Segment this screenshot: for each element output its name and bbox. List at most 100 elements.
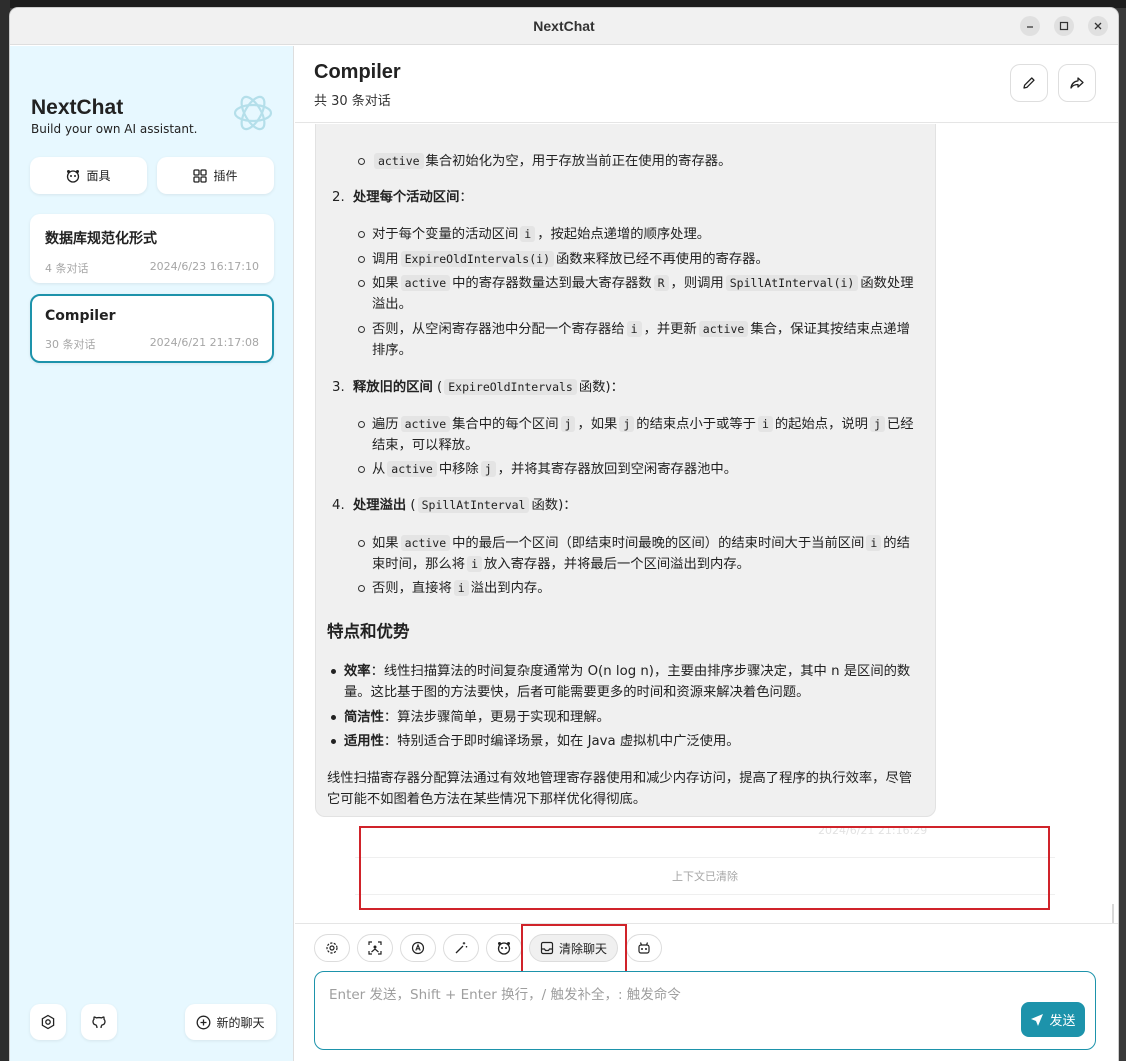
share-chat-button[interactable] xyxy=(1058,64,1096,102)
plugin-label: 插件 xyxy=(213,169,238,183)
inline-code: j xyxy=(480,461,496,477)
send-icon xyxy=(1031,1013,1044,1026)
theme-toggle-button[interactable] xyxy=(400,934,436,962)
inline-code: active xyxy=(374,153,424,169)
add-circle-icon xyxy=(197,1015,211,1029)
feature-label: 适用性 xyxy=(344,734,384,749)
inline-code: active xyxy=(400,535,451,551)
minimize-button[interactable] xyxy=(1020,16,1040,36)
input-panel: 清除聊天 发送 xyxy=(295,923,1118,1061)
section-title: 处理每个活动区间 xyxy=(353,190,460,205)
scrollbar[interactable] xyxy=(1112,904,1114,924)
item-text: 中的寄存器数量达到最大寄存器数 xyxy=(452,276,652,291)
inline-code: active xyxy=(698,321,749,337)
chat-item-time: 2024/6/23 16:17:10 xyxy=(149,260,259,273)
item-text: 中移除 xyxy=(438,462,479,477)
settings-button[interactable] xyxy=(30,1004,66,1040)
section-paren: ( xyxy=(410,498,416,513)
mask-label: 面具 xyxy=(86,169,111,183)
chat-settings-button[interactable] xyxy=(314,934,350,962)
github-button[interactable] xyxy=(81,1004,117,1040)
section-heading: 3. 释放旧的区间 (ExpireOldIntervals 函数)： xyxy=(332,377,624,398)
item-text: 的起始点，说明 xyxy=(774,417,868,432)
chat-message-count: 共 30 条对话 xyxy=(314,94,391,109)
send-label: 发送 xyxy=(1049,1014,1076,1029)
list-item: 遍历 active 集合中的每个区间 j ，如果 j 的结束点小于或等于 i 的起始点，说明 j 已… xyxy=(358,414,922,456)
edit-chat-button[interactable] xyxy=(1010,64,1048,102)
image-scan-icon xyxy=(368,941,382,955)
mask-select-button[interactable] xyxy=(486,934,522,962)
item-text: ，按起始点递增的顺序处理。 xyxy=(537,227,711,242)
chat-item-count: 30 条对话 xyxy=(45,338,96,351)
chat-item-title: 数据库规范化形式 xyxy=(45,231,157,247)
list-item: 否则，从空闲寄存器池中分配一个寄存器给 i ，并更新 active 集合，保证其按结束点… xyxy=(358,319,922,361)
inline-code: j xyxy=(560,416,576,432)
mask-button[interactable]: 面具 xyxy=(30,157,147,194)
item-text: 调用 xyxy=(372,252,399,267)
item-text: 溢出到内存。 xyxy=(470,581,551,596)
send-button[interactable]: 发送 xyxy=(1021,1002,1085,1037)
item-text: 集合初始化为空，用于存放当前正在使用的寄存器。 xyxy=(425,154,732,169)
image-upload-button[interactable] xyxy=(357,934,393,962)
item-text: ，如果 xyxy=(577,417,618,432)
feature-item: 适用性：特别适合于即时编译场景，如在 Java 虚拟机中广泛使用。 xyxy=(331,731,914,752)
prompt-button[interactable] xyxy=(443,934,479,962)
item-text: 否则，直接将 xyxy=(372,581,452,596)
list-item: 对于每个变量的活动区间 i ，按起始点递增的顺序处理。 xyxy=(358,224,922,245)
desktop-top-bar xyxy=(0,0,1126,8)
window-title: NextChat xyxy=(533,18,595,34)
close-button[interactable] xyxy=(1088,16,1108,36)
highlight-box xyxy=(359,826,1050,910)
summary-paragraph: 线性扫描寄存器分配算法通过有效地管理寄存器使用和减少内存访问，提高了程序的执行效… xyxy=(327,771,913,807)
sidebar: NextChat Build your own AI assistant. 面具 xyxy=(10,46,294,1061)
new-chat-label: 新的聊天 xyxy=(216,1015,265,1030)
item-text: 的结束点小于或等于 xyxy=(636,417,756,432)
item-text: ，则调用 xyxy=(670,276,724,291)
list-item: 如果 active 中的寄存器数量达到最大寄存器数 R ，则调用 SpillAtInter… xyxy=(358,273,922,315)
section-number: 4. xyxy=(332,498,345,513)
inline-code: ExpireOldIntervals xyxy=(444,379,577,395)
item-text: 从 xyxy=(372,462,386,477)
section-number: 3. xyxy=(332,380,345,395)
item-text: 如果 xyxy=(372,276,399,291)
assistant-message-bubble: active 集合初始化为空，用于存放当前正在使用的寄存器。 2. 处理每个活动区间… xyxy=(315,124,936,817)
inline-code: i xyxy=(453,580,469,596)
feature-text: ：特别适合于即时编译场景，如在 Java 虚拟机中广泛使用。 xyxy=(383,734,740,749)
maximize-button[interactable] xyxy=(1054,16,1074,36)
item-text: 函数来释放已经不再使用的寄存器。 xyxy=(556,252,769,267)
new-chat-button[interactable]: 新的聊天 xyxy=(185,1004,276,1040)
inline-code: i xyxy=(626,321,642,337)
openai-logo-icon xyxy=(233,95,273,131)
close-icon xyxy=(1094,22,1102,30)
item-text: ，并将其寄存器放回到空闲寄存器池中。 xyxy=(497,462,738,477)
feature-text: ：算法步骤简单，更易于实现和理解。 xyxy=(383,710,610,725)
app-window: NextChat NextChat Build your own AI assi… xyxy=(10,8,1118,1061)
chat-main: Compiler 共 30 条对话 active 集合初始化为空，用于存放当前正在… xyxy=(295,46,1118,1061)
mask-icon xyxy=(497,942,511,955)
settings-icon xyxy=(41,1014,55,1030)
inline-code: active xyxy=(400,275,451,291)
chat-input[interactable] xyxy=(315,972,1095,1049)
section-colon: ： xyxy=(459,190,473,205)
list-item: 否则，直接将 i 溢出到内存。 xyxy=(358,578,922,599)
item-text: 中的最后一个区间（即结束时间最晚的区间）的结束时间大于当前区间 xyxy=(452,536,865,551)
feature-label: 简洁性 xyxy=(344,710,384,725)
inline-code: ExpireOldIntervals(i) xyxy=(400,251,554,267)
model-select-button[interactable] xyxy=(626,934,662,962)
list-item: 如果 active 中的最后一个区间（即结束时间最晚的区间）的结束时间大于当前区间 i… xyxy=(358,533,922,575)
inline-code: SpillAtInterval(i) xyxy=(725,275,859,291)
list-item: 从 active 中移除 j ，并将其寄存器放回到空闲寄存器池中。 xyxy=(358,459,922,480)
inline-code: j xyxy=(619,416,635,432)
inline-code: i xyxy=(520,226,536,242)
chat-input-container: 发送 xyxy=(314,971,1096,1050)
plugin-button[interactable]: 插件 xyxy=(157,157,274,194)
settings-icon xyxy=(326,942,338,954)
chat-list-item[interactable]: 数据库规范化形式 4 条对话 2024/6/23 16:17:10 xyxy=(30,214,274,283)
chat-list-item-selected[interactable]: Compiler 30 条对话 2024/6/21 21:17:08 xyxy=(30,294,274,363)
chat-item-time: 2024/6/21 21:17:08 xyxy=(149,336,259,349)
list-item: 调用 ExpireOldIntervals(i) 函数来释放已经不再使用的寄存器。 xyxy=(358,249,922,270)
auto-theme-icon xyxy=(411,941,425,955)
inline-code: SpillAtInterval xyxy=(417,497,530,513)
item-text: 遍历 xyxy=(372,417,399,432)
chat-header: Compiler 共 30 条对话 xyxy=(295,46,1118,123)
